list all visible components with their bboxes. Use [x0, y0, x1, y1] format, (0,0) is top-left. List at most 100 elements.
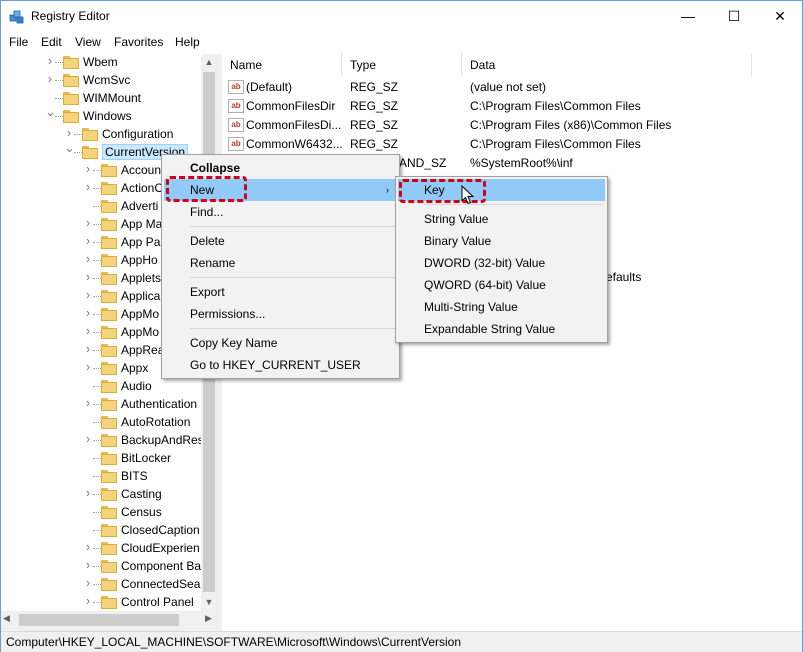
expand-arrow-icon[interactable]: ›: [83, 288, 93, 301]
tree-item-label: Applica: [121, 289, 161, 303]
collapse-arrow-icon[interactable]: ⌄: [45, 105, 56, 118]
menu-help[interactable]: Help: [175, 35, 200, 49]
value-row[interactable]: ab (Default) REG_SZ (value not set): [222, 78, 802, 97]
mouse-cursor-icon: [461, 185, 475, 205]
collapse-arrow-icon[interactable]: ⌄: [64, 141, 75, 154]
expand-arrow-icon[interactable]: ›: [45, 72, 55, 85]
expand-arrow-icon[interactable]: ›: [83, 342, 93, 355]
tree-item-label: Accoun: [121, 163, 162, 177]
menu-item-export[interactable]: Export: [164, 281, 397, 303]
expand-arrow-icon[interactable]: ›: [83, 432, 93, 445]
column-header-data[interactable]: Data: [462, 54, 752, 76]
tree-item[interactable]: › Component Ba: [1, 558, 201, 576]
maximize-button[interactable]: ☐: [711, 1, 757, 32]
tree-item[interactable]: › Casting: [1, 486, 201, 504]
tree-item[interactable]: Audio: [1, 378, 201, 396]
menu-edit[interactable]: Edit: [41, 35, 62, 49]
tree-connector: [93, 224, 101, 225]
menu-item-goto-hkcu[interactable]: Go to HKEY_CURRENT_USER: [164, 354, 397, 376]
tree-item[interactable]: › WcmSvc: [1, 72, 201, 90]
value-type: REG_SZ: [350, 118, 399, 132]
tree-item-label: Component Ba: [121, 559, 202, 573]
value-row[interactable]: ab CommonW6432... REG_SZ C:\Program Files\C…: [222, 135, 802, 154]
tree-item[interactable]: › BackupAndRes: [1, 432, 204, 450]
column-header-type[interactable]: Type: [342, 54, 462, 76]
expand-arrow-icon[interactable]: ›: [83, 180, 93, 193]
tree-item[interactable]: › Configuration: [1, 126, 201, 144]
expand-arrow-icon[interactable]: ›: [83, 576, 93, 589]
expand-arrow-icon[interactable]: ›: [83, 306, 93, 319]
value-data: %SystemRoot%\inf: [470, 156, 573, 170]
expand-arrow-icon[interactable]: ›: [45, 54, 55, 67]
tree-item[interactable]: Census: [1, 504, 201, 522]
folder-icon: [101, 218, 117, 231]
expand-arrow-icon[interactable]: ›: [83, 324, 93, 337]
submenu-item-multi-string-value[interactable]: Multi-String Value: [398, 296, 605, 318]
value-row[interactable]: ab CommonFilesDir REG_SZ C:\Program Files\C…: [222, 97, 802, 116]
menu-item-delete[interactable]: Delete: [164, 230, 397, 252]
tree-item[interactable]: WIMMount: [1, 90, 201, 108]
folder-icon: [101, 560, 117, 573]
expand-arrow-icon[interactable]: ›: [83, 594, 93, 607]
tree-item[interactable]: › ConnectedSear: [1, 576, 204, 594]
expand-arrow-icon[interactable]: ›: [83, 396, 93, 409]
value-row[interactable]: ab CommonFilesDi... REG_SZ C:\Program Files…: [222, 116, 802, 135]
tree-connector: [93, 386, 101, 387]
folder-icon: [101, 182, 117, 195]
scroll-right-icon[interactable]: ▶: [205, 613, 212, 624]
expand-arrow-icon[interactable]: ›: [83, 216, 93, 229]
tree-item[interactable]: › Control Panel: [1, 594, 201, 611]
tree-connector: [55, 116, 63, 117]
menu-item-rename[interactable]: Rename: [164, 252, 397, 274]
column-header-name[interactable]: Name: [222, 54, 342, 76]
close-button[interactable]: ✕: [757, 1, 803, 32]
expand-arrow-icon[interactable]: ›: [83, 360, 93, 373]
tree-connector: [93, 422, 101, 423]
menu-view[interactable]: View: [75, 35, 101, 49]
expand-arrow-icon[interactable]: ›: [83, 486, 93, 499]
tree-connector: [93, 530, 101, 531]
tree-item-label: Control Panel: [121, 595, 194, 609]
menu-item-permissions[interactable]: Permissions...: [164, 303, 397, 325]
expand-arrow-icon[interactable]: ›: [83, 234, 93, 247]
folder-icon: [101, 326, 117, 339]
folder-icon: [101, 524, 117, 537]
hscroll-thumb[interactable]: [19, 614, 179, 626]
tree-item-label: Windows: [83, 109, 132, 123]
submenu-item-string-value[interactable]: String Value: [398, 208, 605, 230]
tree-item[interactable]: ⌄ Windows: [1, 105, 201, 126]
tree-item[interactable]: AutoRotation: [1, 414, 201, 432]
tree-connector: [55, 80, 63, 81]
expand-arrow-icon[interactable]: ›: [83, 252, 93, 265]
folder-icon: [101, 452, 117, 465]
expand-arrow-icon[interactable]: ›: [83, 558, 93, 571]
tree-item-label: Audio: [121, 379, 152, 393]
scroll-down-icon[interactable]: ▼: [201, 594, 217, 611]
menu-favorites[interactable]: Favorites: [114, 35, 163, 49]
menu-item-copy-key-name[interactable]: Copy Key Name: [164, 332, 397, 354]
submenu-item-expandable-string-value[interactable]: Expandable String Value: [398, 318, 605, 340]
tree-item[interactable]: › Wbem: [1, 54, 201, 72]
submenu-item-qword-value[interactable]: QWORD (64-bit) Value: [398, 274, 605, 296]
tree-item[interactable]: ClosedCaption: [1, 522, 201, 540]
menu-item-find[interactable]: Find...: [164, 201, 397, 223]
tree-item[interactable]: BitLocker: [1, 450, 201, 468]
scroll-up-icon[interactable]: ▲: [201, 54, 217, 71]
menu-file[interactable]: File: [9, 35, 28, 49]
folder-icon: [63, 56, 79, 69]
folder-icon: [63, 92, 79, 105]
tree-item[interactable]: › CloudExperien: [1, 540, 201, 558]
value-name: CommonFilesDir: [246, 99, 336, 113]
submenu-item-dword-value[interactable]: DWORD (32-bit) Value: [398, 252, 605, 274]
tree-connector: [93, 188, 101, 189]
tree-item[interactable]: › Authentication: [1, 396, 201, 414]
expand-arrow-icon[interactable]: ›: [83, 540, 93, 553]
expand-arrow-icon[interactable]: ›: [64, 126, 74, 139]
scroll-left-icon[interactable]: ◀: [3, 613, 10, 624]
tree-item[interactable]: BITS: [1, 468, 201, 486]
minimize-button[interactable]: —: [665, 1, 711, 32]
submenu-item-binary-value[interactable]: Binary Value: [398, 230, 605, 252]
tree-horizontal-scrollbar[interactable]: ◀ ▶: [1, 611, 217, 631]
expand-arrow-icon[interactable]: ›: [83, 162, 93, 175]
expand-arrow-icon[interactable]: ›: [83, 270, 93, 283]
